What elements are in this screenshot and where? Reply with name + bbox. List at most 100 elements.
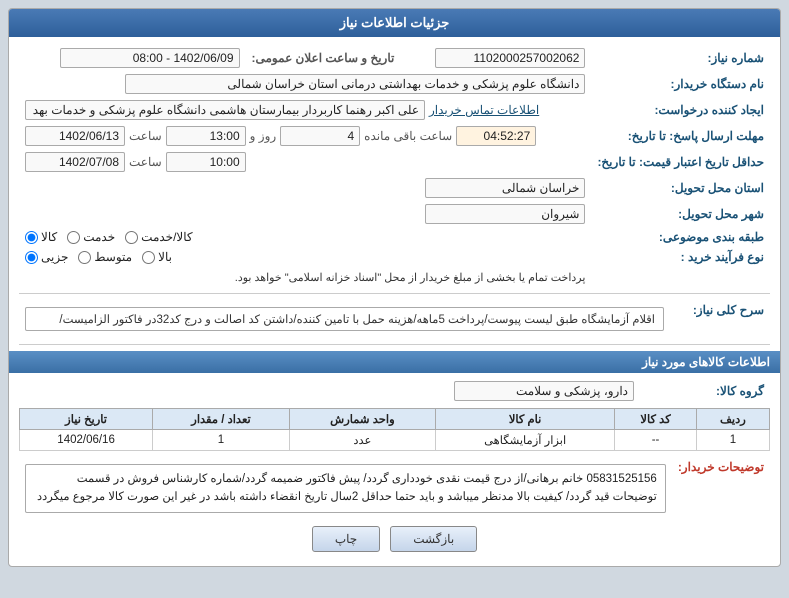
hadaghel-saat-input: 10:00 bbox=[166, 152, 246, 172]
ostan-value: خراسان شمالی bbox=[19, 175, 591, 201]
tarikh-label: تاریخ و ساعت اعلان عمومی: bbox=[252, 51, 395, 65]
tarikh-saat-label: تاریخ و ساعت اعلان عمومی: bbox=[246, 45, 401, 71]
serh-koli-value: اقلام آزمایشگاه طبق لیست پیوست/پرداخت 5م… bbox=[19, 300, 670, 338]
th-tarikh: تاریخ نیاز bbox=[20, 409, 153, 430]
hadaghel-value: 1402/07/08 ساعت 10:00 bbox=[19, 149, 591, 175]
panel-title: جزئیات اطلاعات نیاز bbox=[340, 15, 450, 30]
panel-header: جزئیات اطلاعات نیاز bbox=[9, 9, 780, 37]
row-serh-koli: سرح کلی نیاز: اقلام آزمایشگاه طبق لیست پ… bbox=[19, 300, 770, 338]
radio-jozi[interactable]: جزیی bbox=[25, 250, 68, 264]
mohlet-label-text: مهلت ارسال پاسخ: تا تاریخ: bbox=[628, 129, 764, 143]
radio-kala-khadmat-input[interactable] bbox=[125, 231, 138, 244]
hadaghel-label-text: حداقل تاریخ اعتبار قیمت: تا تاریخ: bbox=[597, 155, 764, 169]
mohlet-label: مهلت ارسال پاسخ: تا تاریخ: bbox=[591, 123, 770, 149]
hadaghel-date-input: 1402/07/08 bbox=[25, 152, 125, 172]
radio-jozi-label: جزیی bbox=[41, 250, 68, 264]
kala-table-body: 1--ابزار آزمایشگاهیعدد11402/06/16 bbox=[20, 430, 770, 451]
hadaghel-label: حداقل تاریخ اعتبار قیمت: تا تاریخ: bbox=[591, 149, 770, 175]
tozi-label: توضیحات خریدار: bbox=[672, 457, 770, 516]
radio-bala[interactable]: بالا bbox=[142, 250, 172, 264]
radio-kala-khadmat-label: کالا/خدمت bbox=[141, 230, 192, 244]
radio-kala-khadmat[interactable]: کالا/خدمت bbox=[125, 230, 192, 244]
row-tabagheh: طبقه بندی موضوعی: کالا/خدمت خدمت bbox=[19, 227, 770, 247]
th-tedad: تعداد / مقدار bbox=[153, 409, 290, 430]
nooe-farayand-value: بالا متوسط جزیی bbox=[19, 247, 591, 267]
radio-bala-input[interactable] bbox=[142, 251, 155, 264]
shomare-niaz-label: شماره نیاز: bbox=[591, 45, 770, 71]
th-radif: ردیف bbox=[696, 409, 769, 430]
radio-kala[interactable]: کالا bbox=[25, 230, 57, 244]
back-button[interactable]: بازگشت bbox=[390, 526, 477, 552]
tozi-table: توضیحات خریدار: 05831525156 خانم برهانی/… bbox=[19, 457, 770, 516]
radio-motavaset-label: متوسط bbox=[94, 250, 132, 264]
mohlet-roz-input: 4 bbox=[280, 126, 360, 146]
mohlet-value: 1402/06/13 ساعت 13:00 روز و 4 ساعت باقی … bbox=[19, 123, 591, 149]
row-name-dastgah: نام دستگاه خریدار: دانشگاه علوم پزشکی و … bbox=[19, 71, 770, 97]
ostan-input: خراسان شمالی bbox=[425, 178, 585, 198]
radio-kala-input[interactable] bbox=[25, 231, 38, 244]
row-pardakht: پرداخت تمام یا بخشی از مبلغ خریدار از مح… bbox=[19, 267, 770, 287]
tamas-khariddar-link[interactable]: اطلاعات تماس خریدار bbox=[429, 103, 539, 117]
table-cell-tarikh: 1402/06/16 bbox=[20, 430, 153, 451]
shahr-value: شیروان bbox=[19, 201, 591, 227]
group-kala-input: دارو، پزشکی و سلامت bbox=[454, 381, 634, 401]
group-kala-label: گروه کالا: bbox=[640, 378, 770, 404]
shomare-niaz-value: 1102000257002062 bbox=[400, 45, 591, 71]
row-shomare-niaz: شماره نیاز: 1102000257002062 تاریخ و ساع… bbox=[19, 45, 770, 71]
th-vahed: واحد شمارش bbox=[289, 409, 435, 430]
table-cell-radif: 1 bbox=[696, 430, 769, 451]
row-ijad-konande: ایجاد کننده درخواست: اطلاعات تماس خریدار… bbox=[19, 97, 770, 123]
th-name-kala: نام کالا bbox=[435, 409, 614, 430]
hadaghel-saat-label: ساعت bbox=[129, 155, 162, 169]
row-mohlet: مهلت ارسال پاسخ: تا تاریخ: 1402/06/13 سا… bbox=[19, 123, 770, 149]
pardakht-note-cell: پرداخت تمام یا بخشی از مبلغ خریدار از مح… bbox=[19, 267, 591, 287]
ijad-konande-value: اطلاعات تماس خریدار علی اکبر رهنما کاربر… bbox=[19, 97, 591, 123]
mohlet-date-input: 1402/06/13 bbox=[25, 126, 125, 146]
shomare-niaz-input: 1102000257002062 bbox=[435, 48, 585, 68]
serh-koli-table: سرح کلی نیاز: اقلام آزمایشگاه طبق لیست پ… bbox=[19, 300, 770, 338]
name-dastgah-label: نام دستگاه خریدار: bbox=[591, 71, 770, 97]
main-panel: جزئیات اطلاعات نیاز شماره نیاز: 11020002… bbox=[8, 8, 781, 567]
table-row: 1--ابزار آزمایشگاهیعدد11402/06/16 bbox=[20, 430, 770, 451]
mohlet-saat-input: 13:00 bbox=[166, 126, 246, 146]
divider-2 bbox=[19, 344, 770, 345]
tozi-box: 05831525156 خانم برهانی/از درج قیمت نقدی… bbox=[25, 464, 666, 513]
shahr-label: شهر محل تحویل: bbox=[591, 201, 770, 227]
main-container: جزئیات اطلاعات نیاز شماره نیاز: 11020002… bbox=[0, 0, 789, 598]
print-button[interactable]: چاپ bbox=[312, 526, 380, 552]
tozi-value: 05831525156 خانم برهانی/از درج قیمت نقدی… bbox=[19, 457, 672, 516]
pardakht-note: پرداخت تمام یا بخشی از مبلغ خریدار از مح… bbox=[235, 272, 586, 284]
radio-motavaset-input[interactable] bbox=[78, 251, 91, 264]
ijad-konande-label: ایجاد کننده درخواست: bbox=[591, 97, 770, 123]
tabagheh-label: طبقه بندی موضوعی: bbox=[591, 227, 770, 247]
radio-jozi-input[interactable] bbox=[25, 251, 38, 264]
shahr-input: شیروان bbox=[425, 204, 585, 224]
table-cell-vahed: عدد bbox=[289, 430, 435, 451]
radio-khadmat-input[interactable] bbox=[67, 231, 80, 244]
panel-body: شماره نیاز: 1102000257002062 تاریخ و ساع… bbox=[9, 37, 780, 566]
radio-kala-label: کالا bbox=[41, 230, 57, 244]
mohlet-roz-label: روز و bbox=[250, 129, 277, 143]
group-kala-table: گروه کالا: دارو، پزشکی و سلامت bbox=[19, 378, 770, 404]
info-table: شماره نیاز: 1102000257002062 تاریخ و ساع… bbox=[19, 45, 770, 287]
row-nooe-farayand: نوع فرآیند خرید : بالا متوسط bbox=[19, 247, 770, 267]
name-dastgah-input: دانشگاه علوم پزشکی و خدمات بهداشتی درمان… bbox=[125, 74, 585, 94]
row-shahr: شهر محل تحویل: شیروان bbox=[19, 201, 770, 227]
mohlet-saat-label: ساعت bbox=[129, 129, 162, 143]
ijad-konande-input: علی اکبر رهنما کاربردار بیمارستان هاشمی … bbox=[25, 100, 425, 120]
divider-1 bbox=[19, 293, 770, 294]
tabagheh-value: کالا/خدمت خدمت کالا bbox=[19, 227, 591, 247]
row-hadaghel: حداقل تاریخ اعتبار قیمت: تا تاریخ: 1402/… bbox=[19, 149, 770, 175]
row-tozi: توضیحات خریدار: 05831525156 خانم برهانی/… bbox=[19, 457, 770, 516]
serh-koli-box: اقلام آزمایشگاه طبق لیست پیوست/پرداخت 5م… bbox=[25, 307, 664, 331]
tarikh-saat-value: 1402/06/09 - 08:00 bbox=[19, 45, 246, 71]
th-kod-kala: کد کالا bbox=[615, 409, 697, 430]
radio-motavaset[interactable]: متوسط bbox=[78, 250, 132, 264]
row-ostan: استان محل تحویل: خراسان شمالی bbox=[19, 175, 770, 201]
kala-table-header-row: ردیف کد کالا نام کالا واحد شمارش تعداد /… bbox=[20, 409, 770, 430]
radio-khadmat[interactable]: خدمت bbox=[67, 230, 115, 244]
name-dastgah-value: دانشگاه علوم پزشکی و خدمات بهداشتی درمان… bbox=[19, 71, 591, 97]
info-section-title: اطلاعات کالاهای مورد نیاز bbox=[9, 351, 780, 373]
radio-bala-label: بالا bbox=[158, 250, 172, 264]
table-cell-name_kala: ابزار آزمایشگاهی bbox=[435, 430, 614, 451]
